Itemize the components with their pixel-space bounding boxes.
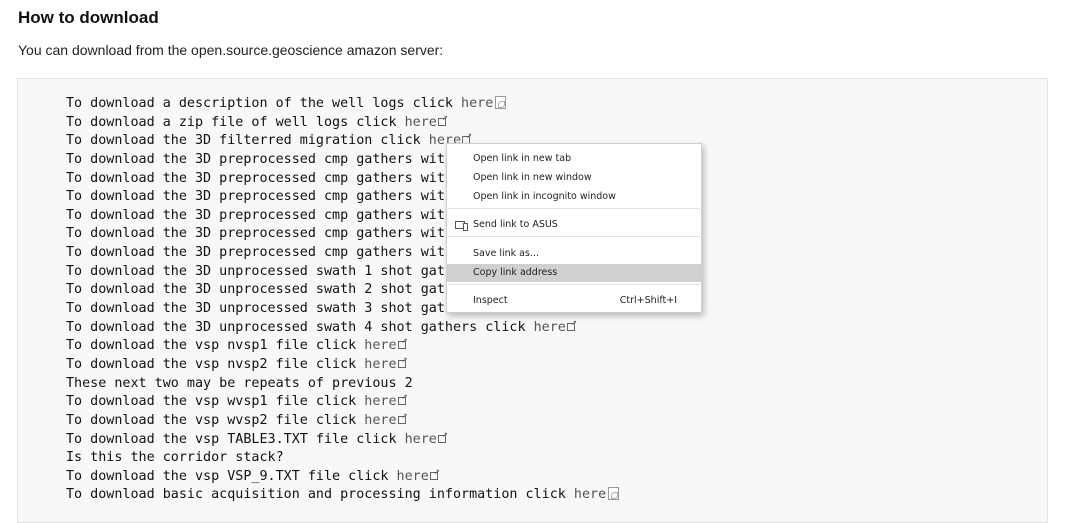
download-link[interactable]: here: [364, 413, 396, 428]
menu-copy-link-address[interactable]: Copy link address: [447, 264, 701, 282]
download-link[interactable]: here: [397, 469, 429, 484]
menu-open-new-tab[interactable]: Open link in new tab: [447, 150, 701, 168]
external-link-icon: ↗: [397, 412, 407, 424]
code-line: To download the vsp nvsp2 file click her…: [66, 356, 619, 375]
external-link-icon: ↗: [397, 394, 407, 406]
code-line: Is this the corridor stack?: [66, 449, 619, 468]
download-link[interactable]: here: [534, 320, 566, 335]
code-line: To download the 3D unprocessed swath 4 s…: [66, 319, 619, 338]
code-line-text: To download the vsp wvsp2 file click: [66, 412, 365, 428]
menu-save-link-as[interactable]: Save link as...: [447, 245, 701, 263]
code-line-text: To download the vsp wvsp1 file click: [66, 394, 365, 410]
external-link-icon: ↗: [437, 114, 448, 126]
code-line-text: To download the 3D preprocessed cmp gath…: [66, 226, 453, 242]
menu-separator: [448, 284, 700, 285]
code-line-text: To download the vsp VSP_9.TXT file click: [66, 468, 397, 484]
menu-item-label: Send link to ASUS: [473, 219, 558, 230]
code-line-text: To download the 3D unprocessed swath 2 s…: [66, 282, 453, 298]
menu-send-link-to-device[interactable]: Send link to ASUS: [447, 216, 701, 234]
code-line-text: To download the 3D preprocessed cmp gath…: [66, 151, 453, 167]
code-line-text: To download the vsp TABLE3.TXT file clic…: [66, 431, 405, 447]
menu-open-incognito[interactable]: Open link in incognito window: [447, 188, 701, 206]
menu-inspect[interactable]: Inspect Ctrl+Shift+I: [447, 292, 701, 310]
download-link[interactable]: here: [461, 96, 493, 111]
code-line: To download the vsp wvsp1 file click her…: [66, 393, 619, 412]
context-menu: Open link in new tab Open link in new win…: [446, 143, 702, 313]
code-line-text: To download basic acquisition and proces…: [66, 487, 574, 503]
pdf-icon: [608, 487, 620, 501]
code-line: These next two may be repeats of previou…: [66, 375, 619, 394]
download-link[interactable]: here: [364, 357, 396, 372]
code-line-text: Is this the corridor stack?: [66, 450, 284, 466]
menu-item-shortcut: Ctrl+Shift+I: [619, 295, 677, 306]
menu-item-label: Open link in new window: [473, 172, 592, 183]
device-icon: [455, 221, 468, 231]
section-heading: How to download: [18, 8, 159, 27]
code-line-text: To download the 3D preprocessed cmp gath…: [66, 207, 453, 223]
menu-item-label: Copy link address: [473, 267, 558, 278]
code-line-text: To download the 3D unprocessed swath 1 s…: [66, 263, 453, 279]
menu-item-label: Inspect: [473, 295, 508, 306]
code-line: To download the vsp VSP_9.TXT file click…: [66, 468, 619, 487]
menu-item-label: Open link in incognito window: [473, 191, 616, 202]
external-link-icon: ↗: [462, 133, 472, 145]
intro-text: You can download from the open.source.ge…: [18, 42, 444, 58]
code-line-text: To download the 3D preprocessed cmp gath…: [66, 170, 453, 186]
download-link[interactable]: here: [405, 115, 437, 130]
download-link[interactable]: here: [364, 394, 396, 409]
external-link-icon: ↗: [397, 356, 407, 368]
code-line-text: To download a zip file of well logs clic…: [66, 114, 405, 130]
code-line-text: These next two may be repeats of previou…: [66, 375, 413, 391]
code-line-text: To download the vsp nvsp2 file click: [66, 356, 365, 372]
code-line-text: To download the 3D preprocessed cmp gath…: [66, 245, 453, 261]
download-link[interactable]: here: [574, 487, 606, 502]
code-line: To download a description of the well lo…: [66, 95, 619, 114]
menu-separator: [448, 208, 700, 209]
code-line-text: To download the 3D preprocessed cmp gath…: [66, 189, 453, 205]
menu-open-new-window[interactable]: Open link in new window: [447, 169, 701, 187]
external-link-icon: ↗: [397, 338, 407, 350]
download-link[interactable]: here: [364, 338, 396, 353]
code-line: To download a zip file of well logs clic…: [66, 114, 619, 133]
pdf-icon: [495, 96, 507, 109]
external-link-icon: ↗: [437, 431, 448, 443]
code-line: To download the vsp TABLE3.TXT file clic…: [66, 431, 619, 450]
code-line: To download the vsp nvsp1 file click her…: [66, 337, 619, 356]
code-line-text: To download a description of the well lo…: [66, 96, 462, 111]
menu-separator: [448, 236, 700, 237]
menu-item-label: Open link in new tab: [473, 153, 572, 164]
menu-item-label: Save link as...: [473, 248, 539, 259]
code-line: To download the vsp wvsp2 file click her…: [66, 412, 619, 431]
external-link-icon: ↗: [566, 319, 577, 331]
code-line-text: To download the vsp nvsp1 file click: [66, 338, 365, 354]
external-link-icon: ↗: [429, 468, 440, 480]
code-line: To download basic acquisition and proces…: [66, 486, 620, 505]
code-line-text: To download the 3D unprocessed swath 4 s…: [66, 319, 534, 335]
download-link[interactable]: here: [405, 432, 437, 447]
code-line-text: To download the 3D filterred migration c…: [66, 133, 429, 149]
